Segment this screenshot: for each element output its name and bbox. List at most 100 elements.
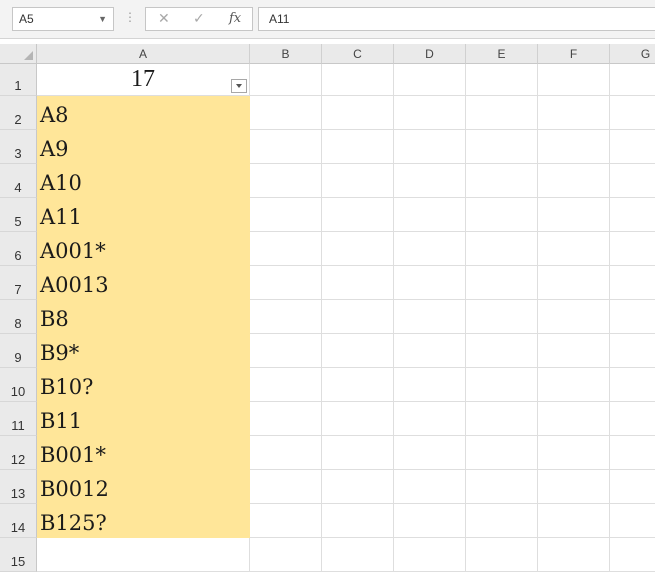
- cell-a12[interactable]: B001*: [37, 436, 250, 470]
- cell-g10[interactable]: [610, 368, 655, 402]
- cell-g7[interactable]: [610, 266, 655, 300]
- cell-d8[interactable]: [394, 300, 466, 334]
- cell-f13[interactable]: [538, 470, 610, 504]
- name-box[interactable]: A5 ▼: [12, 7, 114, 31]
- row-header-7[interactable]: 7: [0, 266, 37, 300]
- cell-g12[interactable]: [610, 436, 655, 470]
- cell-d11[interactable]: [394, 402, 466, 436]
- cell-d1[interactable]: [394, 64, 466, 96]
- cell-f5[interactable]: [538, 198, 610, 232]
- cell-a4[interactable]: A10: [37, 164, 250, 198]
- row-header-9[interactable]: 9: [0, 334, 37, 368]
- row-header-5[interactable]: 5: [0, 198, 37, 232]
- row-header-6[interactable]: 6: [0, 232, 37, 266]
- cell-c9[interactable]: [322, 334, 394, 368]
- cell-g11[interactable]: [610, 402, 655, 436]
- cell-e2[interactable]: [466, 96, 538, 130]
- cell-f7[interactable]: [538, 266, 610, 300]
- cancel-icon[interactable]: ✕: [158, 10, 170, 27]
- cell-f12[interactable]: [538, 436, 610, 470]
- cell-a6[interactable]: A001*: [37, 232, 250, 266]
- cell-c14[interactable]: [322, 504, 394, 538]
- cell-d13[interactable]: [394, 470, 466, 504]
- row-header-10[interactable]: 10: [0, 368, 37, 402]
- cell-f9[interactable]: [538, 334, 610, 368]
- row-header-4[interactable]: 4: [0, 164, 37, 198]
- cell-c11[interactable]: [322, 402, 394, 436]
- column-header-g[interactable]: G: [610, 44, 655, 64]
- cell-a2[interactable]: A8: [37, 96, 250, 130]
- enter-icon[interactable]: ✓: [193, 10, 205, 27]
- cell-c12[interactable]: [322, 436, 394, 470]
- cell-c7[interactable]: [322, 266, 394, 300]
- column-header-c[interactable]: C: [322, 44, 394, 64]
- cell-e13[interactable]: [466, 470, 538, 504]
- filter-dropdown-icon[interactable]: [231, 79, 247, 93]
- cell-b10[interactable]: [250, 368, 322, 402]
- cell-f6[interactable]: [538, 232, 610, 266]
- cell-f15[interactable]: [538, 538, 610, 572]
- row-header-1[interactable]: 1: [0, 64, 37, 96]
- cell-c5[interactable]: [322, 198, 394, 232]
- cell-c3[interactable]: [322, 130, 394, 164]
- row-header-2[interactable]: 2: [0, 96, 37, 130]
- column-header-a[interactable]: A: [37, 44, 250, 64]
- cell-g6[interactable]: [610, 232, 655, 266]
- cell-f2[interactable]: [538, 96, 610, 130]
- column-header-e[interactable]: E: [466, 44, 538, 64]
- cell-d5[interactable]: [394, 198, 466, 232]
- cell-f10[interactable]: [538, 368, 610, 402]
- cell-e11[interactable]: [466, 402, 538, 436]
- cell-c6[interactable]: [322, 232, 394, 266]
- cell-b9[interactable]: [250, 334, 322, 368]
- cell-b14[interactable]: [250, 504, 322, 538]
- cell-d15[interactable]: [394, 538, 466, 572]
- cell-e4[interactable]: [466, 164, 538, 198]
- cell-e5[interactable]: [466, 198, 538, 232]
- cell-a10[interactable]: B10?: [37, 368, 250, 402]
- cell-b7[interactable]: [250, 266, 322, 300]
- cell-d4[interactable]: [394, 164, 466, 198]
- cell-b6[interactable]: [250, 232, 322, 266]
- row-header-13[interactable]: 13: [0, 470, 37, 504]
- cell-b5[interactable]: [250, 198, 322, 232]
- cell-g14[interactable]: [610, 504, 655, 538]
- cell-d2[interactable]: [394, 96, 466, 130]
- column-header-b[interactable]: B: [250, 44, 322, 64]
- row-header-12[interactable]: 12: [0, 436, 37, 470]
- cell-e10[interactable]: [466, 368, 538, 402]
- cell-e6[interactable]: [466, 232, 538, 266]
- row-header-14[interactable]: 14: [0, 504, 37, 538]
- cell-e14[interactable]: [466, 504, 538, 538]
- cell-a14[interactable]: B125?: [37, 504, 250, 538]
- cell-a15[interactable]: [37, 538, 250, 572]
- cell-b11[interactable]: [250, 402, 322, 436]
- cell-b1[interactable]: [250, 64, 322, 96]
- cell-f11[interactable]: [538, 402, 610, 436]
- cell-c4[interactable]: [322, 164, 394, 198]
- cell-a7[interactable]: A0013: [37, 266, 250, 300]
- cell-b3[interactable]: [250, 130, 322, 164]
- cell-d10[interactable]: [394, 368, 466, 402]
- cell-f1[interactable]: [538, 64, 610, 96]
- row-header-8[interactable]: 8: [0, 300, 37, 334]
- cell-g4[interactable]: [610, 164, 655, 198]
- cell-e1[interactable]: [466, 64, 538, 96]
- cell-e3[interactable]: [466, 130, 538, 164]
- cell-b4[interactable]: [250, 164, 322, 198]
- row-header-15[interactable]: 15: [0, 538, 37, 572]
- cell-e9[interactable]: [466, 334, 538, 368]
- cell-a9[interactable]: B9*: [37, 334, 250, 368]
- formula-input[interactable]: A11: [258, 7, 655, 31]
- cell-c13[interactable]: [322, 470, 394, 504]
- cell-g13[interactable]: [610, 470, 655, 504]
- cell-g1[interactable]: [610, 64, 655, 96]
- cell-c1[interactable]: [322, 64, 394, 96]
- cell-f14[interactable]: [538, 504, 610, 538]
- cell-g3[interactable]: [610, 130, 655, 164]
- cell-e8[interactable]: [466, 300, 538, 334]
- cell-d9[interactable]: [394, 334, 466, 368]
- cell-c2[interactable]: [322, 96, 394, 130]
- cell-d14[interactable]: [394, 504, 466, 538]
- row-header-11[interactable]: 11: [0, 402, 37, 436]
